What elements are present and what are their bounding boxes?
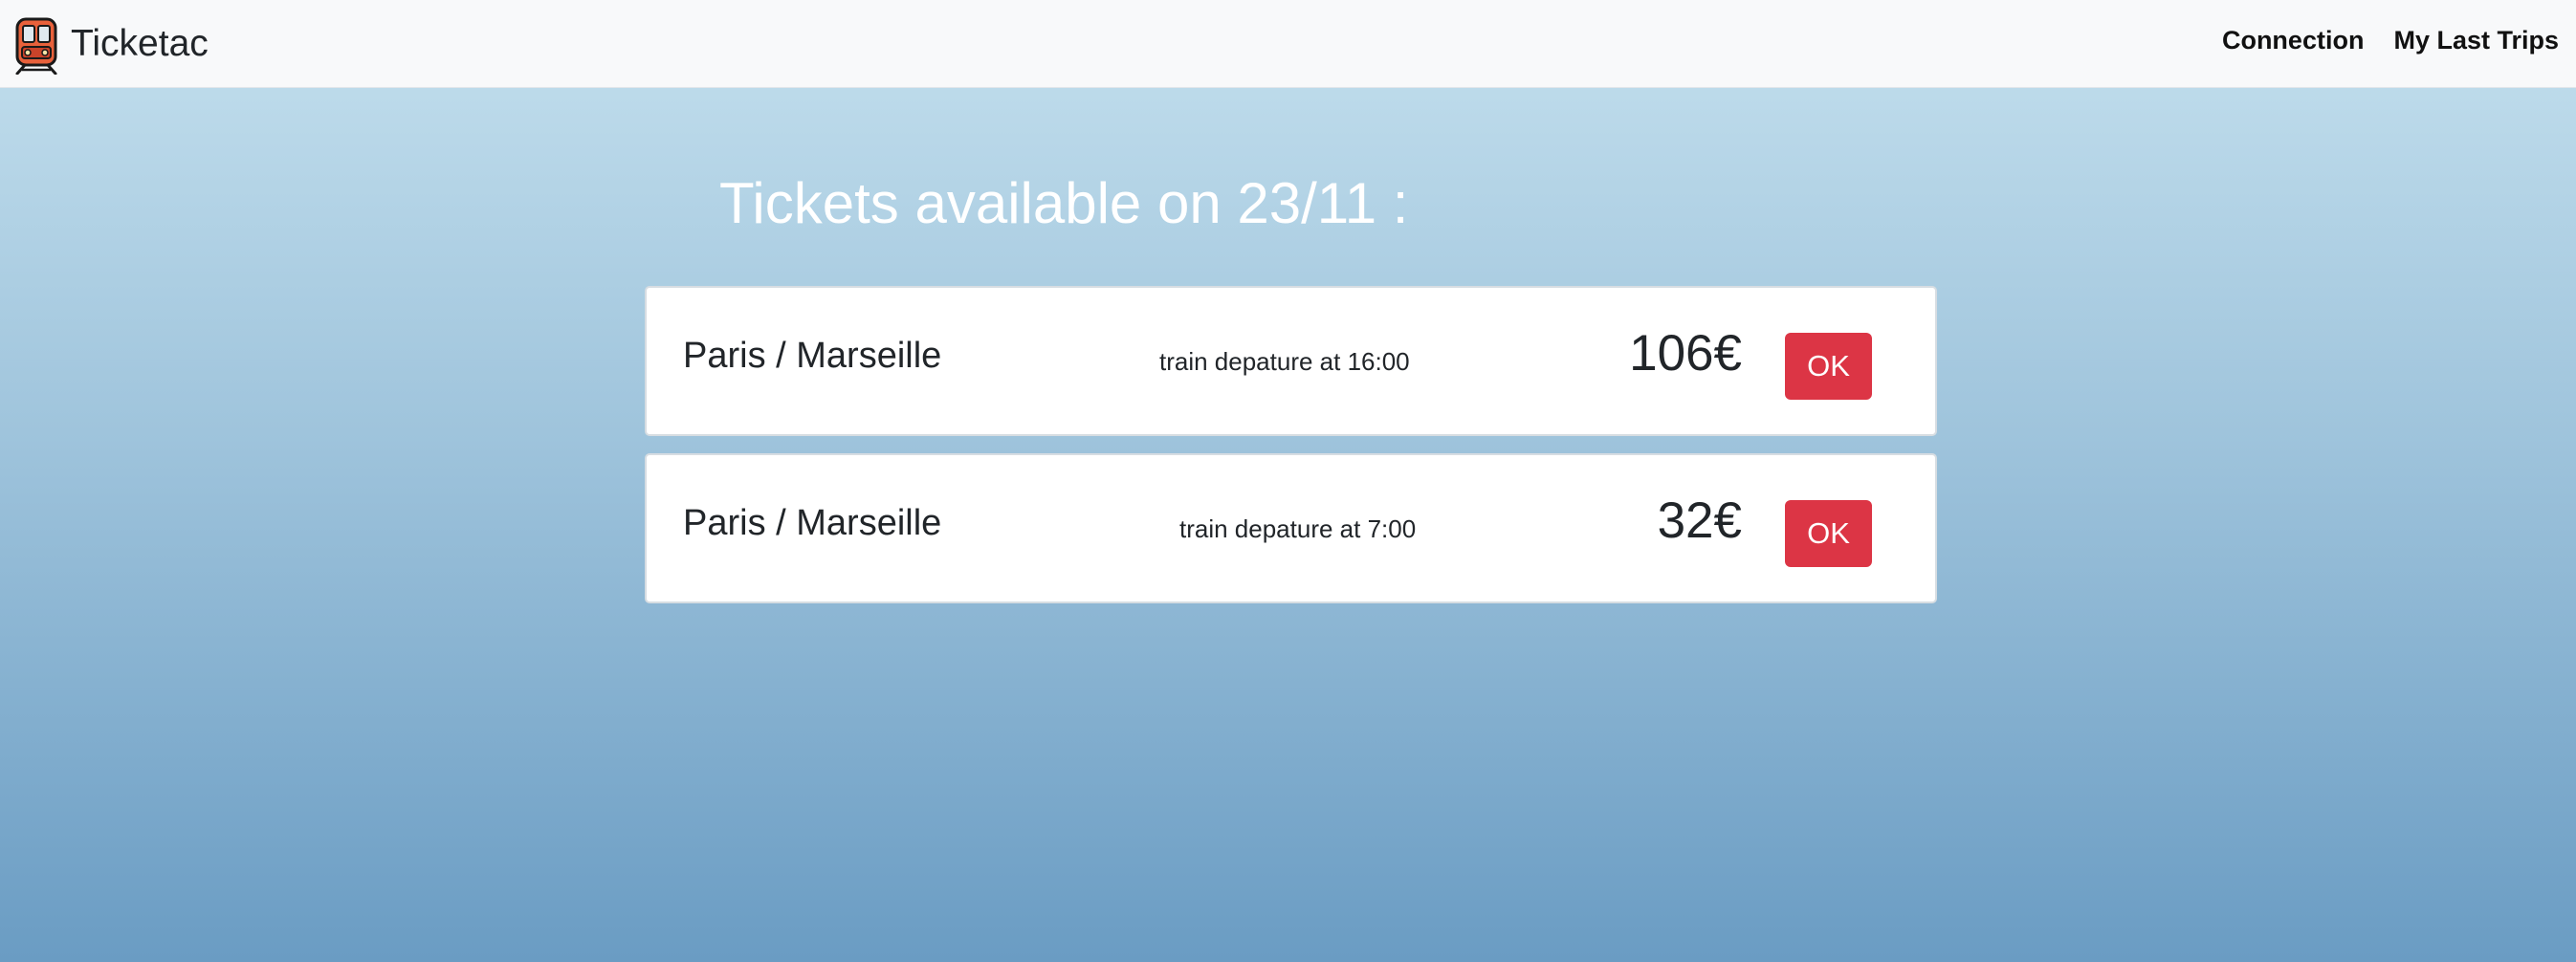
nav-link-my-last-trips[interactable]: My Last Trips	[2393, 26, 2559, 55]
train-icon	[15, 17, 57, 75]
nav-links: Connection My Last Trips	[2192, 0, 2559, 80]
ticket-departure-time: train depature at 16:00	[1159, 347, 1410, 376]
ticket-departure-time: train depature at 7:00	[1179, 514, 1417, 543]
ticket-card: Paris / Marseille train depature at 7:00…	[645, 453, 1937, 603]
ok-button[interactable]: OK	[1785, 500, 1872, 567]
ticket-card: Paris / Marseille train depature at 16:0…	[645, 286, 1937, 436]
navbar: Ticketac Connection My Last Trips	[0, 0, 2576, 88]
ticket-price: 32€	[1657, 492, 1742, 549]
ticket-route: Paris / Marseille	[683, 336, 942, 376]
nav-link-connection[interactable]: Connection	[2222, 26, 2365, 55]
ok-button[interactable]: OK	[1785, 333, 1872, 400]
brand-label: Ticketac	[71, 22, 209, 64]
ticket-price: 106€	[1629, 325, 1742, 382]
ticket-route: Paris / Marseille	[683, 503, 942, 543]
page-title: Tickets available on 23/11 :	[719, 171, 1409, 235]
brand-link[interactable]: Ticketac	[13, 17, 209, 75]
ticket-list: Paris / Marseille train depature at 16:0…	[645, 286, 1937, 621]
